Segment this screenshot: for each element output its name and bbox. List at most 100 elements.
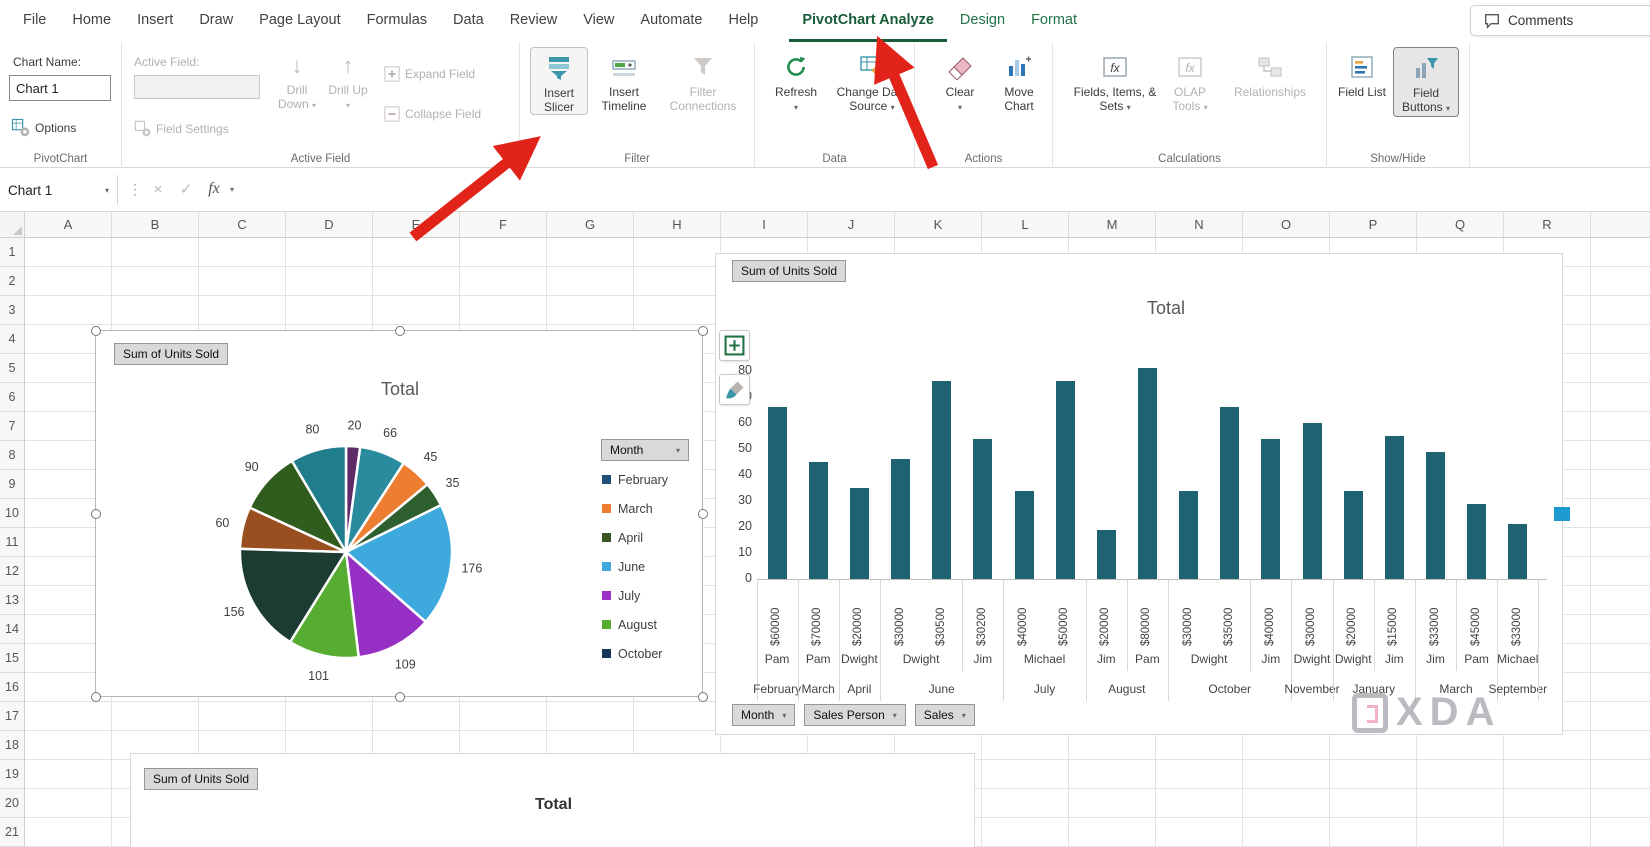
menu-tab-format[interactable]: Format (1018, 0, 1090, 42)
row-header-11[interactable]: 11 (0, 528, 24, 557)
field-buttons-button[interactable]: Field Buttons ▾ (1393, 47, 1459, 117)
row-header-4[interactable]: 4 (0, 325, 24, 354)
row-header-7[interactable]: 7 (0, 412, 24, 441)
legend-item-april[interactable]: April (602, 523, 668, 552)
fields-items-sets-button[interactable]: fx Fields, Items, & Sets ▾ (1073, 47, 1157, 115)
menu-tab-design[interactable]: Design (947, 0, 1018, 42)
formula-bar-handle-icon[interactable]: ⋮ (128, 181, 142, 198)
row-header-20[interactable]: 20 (0, 789, 24, 818)
row-header-8[interactable]: 8 (0, 441, 24, 470)
cancel-icon[interactable]: × (146, 181, 170, 198)
bar[interactable] (849, 488, 869, 579)
menu-tab-pivotchart-analyze[interactable]: PivotChart Analyze (789, 0, 947, 42)
column-header-O[interactable]: O (1243, 212, 1330, 237)
bar[interactable] (1137, 368, 1157, 579)
column-header-I[interactable]: I (721, 212, 808, 237)
menu-tab-home[interactable]: Home (59, 0, 124, 42)
menu-tab-page-layout[interactable]: Page Layout (246, 0, 353, 42)
field-settings-button[interactable]: Field Settings (134, 120, 229, 137)
field-list-button[interactable]: Field List (1335, 47, 1389, 99)
row-header-1[interactable]: 1 (0, 238, 24, 267)
bar[interactable] (973, 438, 993, 579)
bar[interactable] (932, 381, 952, 579)
column-header-A[interactable]: A (25, 212, 112, 237)
column-header-J[interactable]: J (808, 212, 895, 237)
clear-button[interactable]: Clear ▾ (935, 47, 985, 115)
select-all-corner[interactable] (0, 212, 25, 238)
column-header-H[interactable]: H (634, 212, 721, 237)
bar[interactable] (1055, 381, 1075, 579)
pivot-pie-chart-2[interactable]: Sum of Units Sold Total (130, 753, 975, 847)
column-header-B[interactable]: B (112, 212, 199, 237)
column-header-N[interactable]: N (1156, 212, 1243, 237)
column-header-Q[interactable]: Q (1417, 212, 1504, 237)
column-header-D[interactable]: D (286, 212, 373, 237)
bar[interactable] (1467, 503, 1487, 579)
relationships-button[interactable]: Relationships (1223, 47, 1317, 99)
active-field-input[interactable] (134, 75, 260, 99)
chart-styles-button[interactable] (719, 374, 750, 405)
row-header-10[interactable]: 10 (0, 499, 24, 528)
field-button-sales[interactable]: Sales ▾ (914, 704, 975, 726)
column-header-L[interactable]: L (982, 212, 1069, 237)
insert-slicer-button[interactable]: Insert Slicer (530, 47, 588, 115)
selection-handle[interactable] (395, 692, 405, 702)
bar[interactable] (1508, 524, 1528, 579)
row-header-6[interactable]: 6 (0, 383, 24, 412)
field-button-month[interactable]: Month ▾ (732, 704, 796, 726)
menu-tab-file[interactable]: File (10, 0, 59, 42)
bar[interactable] (1014, 490, 1034, 579)
chart-name-input[interactable] (9, 75, 111, 101)
move-chart-button[interactable]: Move Chart (991, 47, 1047, 113)
row-header-3[interactable]: 3 (0, 296, 24, 325)
menu-tab-draw[interactable]: Draw (186, 0, 246, 42)
comments-button[interactable]: Comments (1470, 5, 1650, 36)
refresh-button[interactable]: Refresh ▾ (765, 47, 827, 115)
menu-tab-review[interactable]: Review (497, 0, 571, 42)
bar[interactable] (808, 462, 828, 579)
row-header-17[interactable]: 17 (0, 702, 24, 731)
row-header-21[interactable]: 21 (0, 818, 24, 847)
row-header-12[interactable]: 12 (0, 557, 24, 586)
drill-down-button[interactable]: ↓ Drill Down ▾ (272, 47, 322, 113)
pivot-bar-chart[interactable]: Sum of Units Sold Total 0102030405060708… (715, 253, 1563, 735)
row-header-2[interactable]: 2 (0, 267, 24, 296)
menu-tab-insert[interactable]: Insert (124, 0, 186, 42)
filter-connections-button[interactable]: Filter Connections (660, 47, 746, 113)
name-box[interactable]: Chart 1 ▾ (0, 175, 118, 205)
legend-item-july[interactable]: July (602, 581, 668, 610)
bar[interactable] (1179, 490, 1199, 579)
olap-tools-button[interactable]: fx OLAP Tools ▾ (1161, 47, 1219, 115)
menu-tab-view[interactable]: View (570, 0, 627, 42)
legend-item-june[interactable]: June (602, 552, 668, 581)
bar[interactable] (1384, 436, 1404, 579)
row-header-13[interactable]: 13 (0, 586, 24, 615)
selection-handle[interactable] (395, 326, 405, 336)
menu-tab-formulas[interactable]: Formulas (354, 0, 440, 42)
pie2-value-field-button[interactable]: Sum of Units Sold (144, 768, 259, 790)
legend-field-button-month[interactable]: Month ▾ (601, 439, 689, 461)
collapse-field-button[interactable]: Collapse Field (384, 106, 481, 122)
pivot-pie-chart[interactable]: Sum of Units Sold Total 20 66 45 35 176 109 10… (91, 326, 708, 702)
column-header-F[interactable]: F (460, 212, 547, 237)
selection-handle[interactable] (698, 692, 708, 702)
legend-item-october[interactable]: October (602, 639, 668, 668)
bar[interactable] (891, 459, 910, 579)
column-header-K[interactable]: K (895, 212, 982, 237)
column-header-C[interactable]: C (199, 212, 286, 237)
options-button[interactable]: Options (11, 118, 76, 137)
enter-icon[interactable]: ✓ (174, 180, 198, 198)
menu-tab-help[interactable]: Help (715, 0, 771, 42)
insert-timeline-button[interactable]: Insert Timeline (592, 47, 656, 113)
column-header-M[interactable]: M (1069, 212, 1156, 237)
row-header-16[interactable]: 16 (0, 673, 24, 702)
column-header-R[interactable]: R (1504, 212, 1591, 237)
row-header-9[interactable]: 9 (0, 470, 24, 499)
bar[interactable] (1096, 529, 1116, 579)
column-header-E[interactable]: E (373, 212, 460, 237)
bar[interactable] (1343, 490, 1363, 579)
expand-field-button[interactable]: Expand Field (384, 66, 475, 82)
formula-input[interactable] (258, 175, 1638, 205)
column-header-P[interactable]: P (1330, 212, 1417, 237)
bar[interactable] (1426, 451, 1445, 579)
